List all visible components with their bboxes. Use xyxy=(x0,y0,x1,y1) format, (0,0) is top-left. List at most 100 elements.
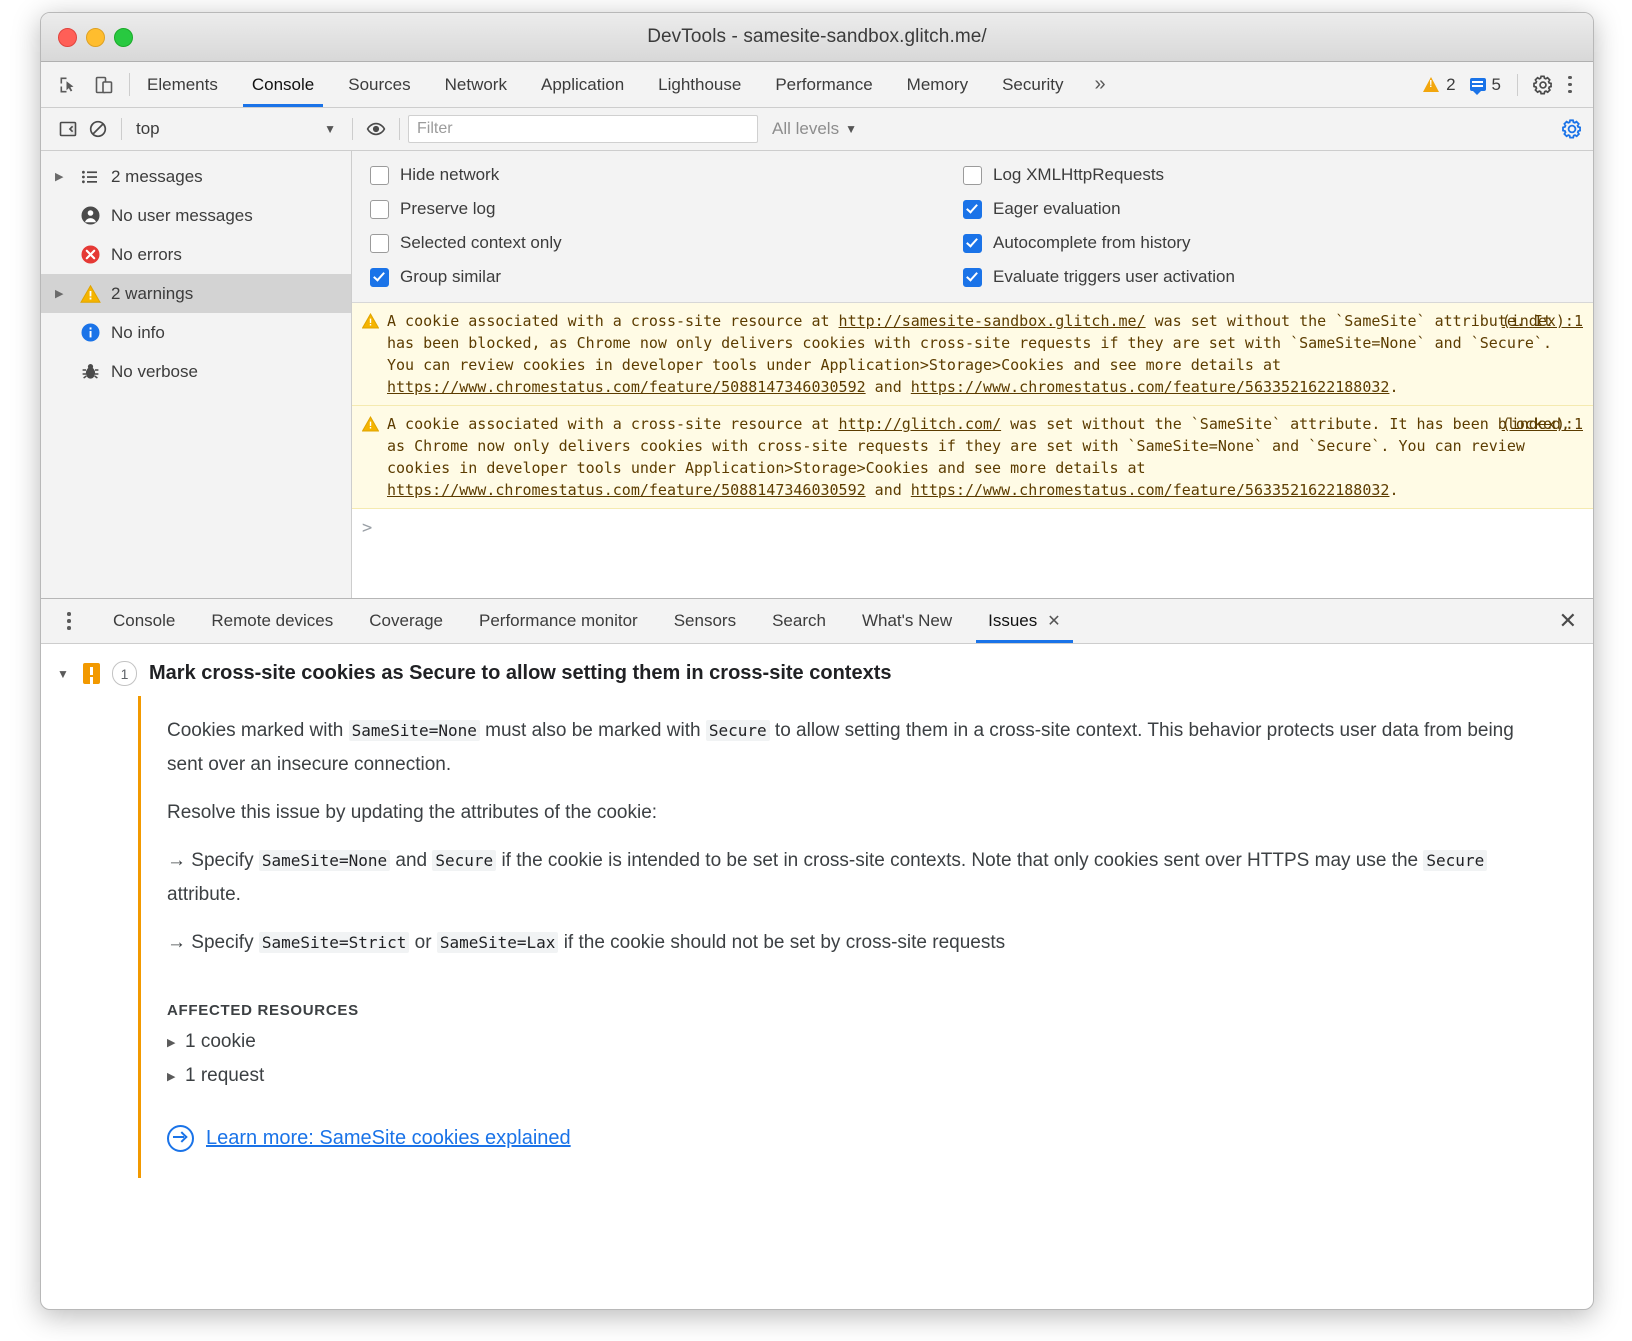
checkbox[interactable] xyxy=(963,200,982,219)
console-settings-left-column: Hide network Preserve log Selected conte… xyxy=(352,164,955,288)
settings-gear-icon[interactable] xyxy=(1532,74,1554,96)
issue-paragraph-1: Cookies marked with SameSite=None must a… xyxy=(167,714,1547,782)
setting-eager-evaluation[interactable]: Eager evaluation xyxy=(963,198,1235,220)
drawer-kebab-icon[interactable] xyxy=(41,599,95,643)
tab-performance[interactable]: Performance xyxy=(758,62,889,107)
msg-link-url[interactable]: http://samesite-sandbox.glitch.me/ xyxy=(839,312,1146,330)
sidebar-item-label: No info xyxy=(111,323,165,343)
drawer-tab-remote-devices[interactable]: Remote devices xyxy=(193,599,351,643)
code-samesite-none: SameSite=None xyxy=(259,850,390,871)
drawer-tab-issues[interactable]: Issues ✕ xyxy=(970,599,1079,643)
setting-group-similar[interactable]: Group similar xyxy=(370,266,955,288)
clear-console-icon[interactable] xyxy=(83,114,113,144)
learn-more-link[interactable]: Learn more: SameSite cookies explained xyxy=(167,1125,1547,1152)
warning-icon xyxy=(362,313,379,398)
checkbox[interactable] xyxy=(370,200,389,219)
sidebar-item-label: 2 messages xyxy=(111,167,203,187)
msg-link-url[interactable]: http://glitch.com/ xyxy=(839,415,1002,433)
drawer-tab-coverage[interactable]: Coverage xyxy=(351,599,461,643)
checkbox[interactable] xyxy=(370,268,389,287)
console-warning-message[interactable]: A cookie associated with a cross-site re… xyxy=(352,303,1593,406)
setting-autocomplete-from-history[interactable]: Autocomplete from history xyxy=(963,232,1235,254)
msg-part: A cookie associated with a cross-site re… xyxy=(387,415,839,433)
text-part: if the cookie should not be set by cross… xyxy=(558,932,1005,953)
sidebar-item-info[interactable]: ▶ No info xyxy=(41,313,351,352)
code-samesite-strict: SameSite=Strict xyxy=(259,932,410,953)
sidebar-item-messages[interactable]: ▶ 2 messages xyxy=(41,157,351,196)
msg-link-feature-2[interactable]: https://www.chromestatus.com/feature/563… xyxy=(911,481,1390,499)
tab-security[interactable]: Security xyxy=(985,62,1080,107)
affected-resource-request[interactable]: ▶ 1 request xyxy=(167,1065,1547,1087)
inspect-element-icon[interactable] xyxy=(55,72,81,98)
collapse-triangle-icon[interactable]: ▼ xyxy=(57,667,71,681)
tab-application[interactable]: Application xyxy=(524,62,641,107)
execution-context-select[interactable]: top ▼ xyxy=(130,116,344,142)
right-divider xyxy=(1517,74,1518,96)
tab-memory[interactable]: Memory xyxy=(890,62,985,107)
expand-triangle-icon[interactable]: ▶ xyxy=(55,170,69,183)
msg-link-feature-2[interactable]: https://www.chromestatus.com/feature/563… xyxy=(911,378,1390,396)
sidebar-item-errors[interactable]: ▶ No errors xyxy=(41,235,351,274)
setting-selected-context-only[interactable]: Selected context only xyxy=(370,232,955,254)
console-message-source-link[interactable]: (index):1 xyxy=(1502,413,1583,435)
sidebar-item-warnings[interactable]: ▶ 2 warnings xyxy=(41,274,351,313)
issue-bullet-1: → Specify SameSite=None and Secure if th… xyxy=(167,844,1547,912)
affected-resource-label: 1 cookie xyxy=(185,1031,256,1053)
affected-resource-label: 1 request xyxy=(185,1065,264,1087)
drawer-tab-sensors[interactable]: Sensors xyxy=(656,599,754,643)
msg-part: and xyxy=(866,481,911,499)
msg-part: and xyxy=(866,378,911,396)
checkbox[interactable] xyxy=(370,166,389,185)
setting-preserve-log[interactable]: Preserve log xyxy=(370,198,955,220)
tab-lighthouse[interactable]: Lighthouse xyxy=(641,62,758,107)
more-tabs-button[interactable]: » xyxy=(1081,62,1120,107)
main-menu-kebab-icon[interactable] xyxy=(1560,74,1580,96)
text-part: if the cookie is intended to be set in c… xyxy=(496,850,1423,871)
text-part: Cookies marked with xyxy=(167,720,349,741)
setting-log-xmlhttprequests[interactable]: Log XMLHttpRequests xyxy=(963,164,1235,186)
drawer-tab-performance-monitor[interactable]: Performance monitor xyxy=(461,599,656,643)
warning-icon xyxy=(79,283,101,305)
tab-console[interactable]: Console xyxy=(235,62,331,107)
issue-header[interactable]: ▼ 1 Mark cross-site cookies as Secure to… xyxy=(41,644,1593,696)
close-drawer-icon[interactable]: ✕ xyxy=(1543,599,1593,643)
show-console-sidebar-icon[interactable] xyxy=(53,114,83,144)
console-settings-gear-icon[interactable] xyxy=(1561,118,1583,140)
device-toolbar-icon[interactable] xyxy=(91,72,117,98)
sidebar-item-user-messages[interactable]: ▶ No user messages xyxy=(41,196,351,235)
tab-network[interactable]: Network xyxy=(428,62,524,107)
warning-icon xyxy=(362,416,379,501)
drawer-tab-search[interactable]: Search xyxy=(754,599,844,643)
issues-count-badge[interactable]: 5 xyxy=(1470,75,1501,95)
checkbox[interactable] xyxy=(963,234,982,253)
msg-link-feature-1[interactable]: https://www.chromestatus.com/feature/508… xyxy=(387,481,866,499)
expand-triangle-icon[interactable]: ▶ xyxy=(167,1036,177,1049)
expand-triangle-icon[interactable]: ▶ xyxy=(167,1070,177,1083)
setting-label: Log XMLHttpRequests xyxy=(993,165,1164,185)
text-part: Specify xyxy=(186,932,259,953)
drawer-tab-console[interactable]: Console xyxy=(95,599,193,643)
checkbox[interactable] xyxy=(370,234,389,253)
checkbox[interactable] xyxy=(963,268,982,287)
checkbox[interactable] xyxy=(963,166,982,185)
console-prompt[interactable]: > xyxy=(352,509,1593,547)
log-levels-select[interactable]: All levels ▼ xyxy=(772,119,857,139)
console-message-source-link[interactable]: (index):1 xyxy=(1502,310,1583,332)
warning-count-badge[interactable]: 2 xyxy=(1423,75,1455,95)
affected-resource-cookie[interactable]: ▶ 1 cookie xyxy=(167,1031,1547,1053)
sidebar-item-verbose[interactable]: ▶ No verbose xyxy=(41,352,351,391)
live-expression-eye-icon[interactable] xyxy=(361,114,391,144)
tab-sources[interactable]: Sources xyxy=(331,62,427,107)
console-warning-message[interactable]: A cookie associated with a cross-site re… xyxy=(352,406,1593,509)
drawer-tab-whats-new[interactable]: What's New xyxy=(844,599,970,643)
text-part: or xyxy=(409,932,436,953)
console-filter-input[interactable] xyxy=(408,115,758,143)
setting-label: Autocomplete from history xyxy=(993,233,1190,253)
setting-evaluate-triggers-user-activation[interactable]: Evaluate triggers user activation xyxy=(963,266,1235,288)
expand-triangle-icon[interactable]: ▶ xyxy=(55,287,69,300)
msg-link-feature-1[interactable]: https://www.chromestatus.com/feature/508… xyxy=(387,378,866,396)
setting-hide-network[interactable]: Hide network xyxy=(370,164,955,186)
close-tab-icon[interactable]: ✕ xyxy=(1047,611,1060,631)
error-icon xyxy=(79,244,101,266)
tab-elements[interactable]: Elements xyxy=(130,62,235,107)
